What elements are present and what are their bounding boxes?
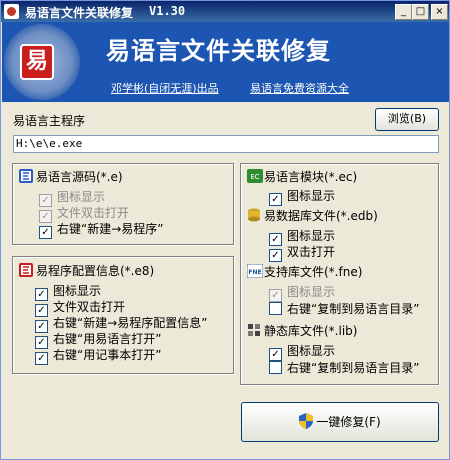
shield-icon [299, 406, 314, 429]
option-label: 右键“用记事本打开” [53, 348, 162, 362]
support-header: FNE 支持库文件(*.fne) [246, 263, 363, 280]
support-copy-checkbox[interactable] [269, 302, 282, 315]
close-button[interactable]: × [431, 4, 448, 20]
library-file-group: EC 易语言模块(*.ec) ✓ 图标显示 易数据库文件(*.edb) ✓ 图标显示… [240, 163, 439, 385]
source-file-group: 易语言源码(*.e) ✓ 图标显示 ✓ 文件双击打开 ✓ 右键“新建→易程序” [12, 163, 234, 245]
support-title: 支持库文件(*.fne) [264, 265, 363, 279]
option-label: 图标显示 [287, 229, 336, 243]
main-program-label: 易语言主程序 [13, 114, 86, 128]
config-option-dblclick[interactable]: ✓ 文件双击打开 [35, 299, 126, 317]
logo-mark: 易 [20, 44, 54, 80]
window-title: 易语言文件关联修复 [25, 6, 134, 20]
e-file-icon [19, 169, 33, 183]
option-label: 右键“新建→易程序配置信息” [53, 316, 208, 330]
option-label: 图标显示 [287, 285, 336, 299]
banner-title: 易语言文件关联修复 [106, 37, 331, 65]
database-icon [247, 208, 261, 222]
static-copy-checkbox[interactable] [269, 361, 282, 374]
config-header: 易程序配置信息(*.e8) [19, 263, 154, 279]
option-label: 右键“复制到易语言目录” [287, 361, 420, 375]
static-header: 静态库文件(*.lib) [247, 323, 357, 339]
database-header: 易数据库文件(*.edb) [247, 208, 378, 224]
static-option-copy[interactable]: 右键“复制到易语言目录” [269, 360, 419, 376]
option-label: 双击打开 [287, 245, 336, 259]
option-label: 图标显示 [287, 344, 336, 358]
option-label: 右键“用易语言打开” [53, 332, 162, 346]
module-option-icon[interactable]: ✓ 图标显示 [269, 188, 336, 206]
ec-module-icon: EC [247, 169, 263, 183]
ec-icon-text: EC [250, 173, 259, 181]
option-label: 右键“复制到易语言目录” [287, 302, 420, 316]
static-option-icon[interactable]: ✓ 图标显示 [269, 343, 336, 361]
database-option-dblclick[interactable]: ✓ 双击打开 [269, 244, 336, 262]
option-label: 图标显示 [57, 190, 106, 204]
module-header: EC 易语言模块(*.ec) [247, 169, 357, 185]
static-title: 静态库文件(*.lib) [264, 324, 358, 338]
config-option-notepad[interactable]: ✓ 右键“用记事本打开” [35, 347, 162, 365]
module-title: 易语言模块(*.ec) [264, 170, 358, 184]
browse-button[interactable]: 浏览(B) [375, 108, 439, 131]
window-version: V1.30 [149, 4, 186, 18]
main-window: 易语言文件关联修复 V1.30 _ □ × 易 易语言文件关联修复 邓学彬(自闭… [0, 0, 450, 460]
fne-icon-text: FNE [248, 269, 261, 276]
config-notepad-checkbox[interactable]: ✓ [35, 352, 48, 365]
option-label: 图标显示 [287, 189, 336, 203]
fne-library-icon: FNE [246, 263, 264, 279]
option-label: 文件双击打开 [53, 300, 126, 314]
module-icon-checkbox[interactable]: ✓ [269, 193, 282, 206]
option-label: 图标显示 [53, 284, 102, 298]
app-icon [4, 4, 19, 19]
source-option-icon[interactable]: ✓ 图标显示 [39, 189, 106, 207]
database-option-icon[interactable]: ✓ 图标显示 [269, 228, 336, 246]
support-option-copy[interactable]: 右键“复制到易语言目录” [269, 301, 419, 317]
database-title: 易数据库文件(*.edb) [264, 209, 378, 223]
option-label: 文件双击打开 [57, 206, 130, 220]
source-option-dblclick[interactable]: ✓ 文件双击打开 [39, 205, 130, 223]
logo-emblem: 易 [4, 24, 80, 100]
source-title: 易语言源码(*.e) [36, 170, 123, 184]
option-label: 右键“新建→易程序” [57, 222, 164, 236]
support-option-icon[interactable]: ✓ 图标显示 [269, 284, 336, 302]
title-bar[interactable]: 易语言文件关联修复 V1.30 _ □ × [1, 1, 449, 22]
resources-link[interactable]: 易语言免费资源大全 [250, 80, 349, 96]
one-click-fix-button[interactable]: 一键修复(F) [241, 402, 439, 442]
banner: 易 易语言文件关联修复 邓学彬(自闭无涯)出品 易语言免费资源大全 [2, 22, 449, 102]
source-option-new[interactable]: ✓ 右键“新建→易程序” [39, 221, 164, 239]
config-option-open-e[interactable]: ✓ 右键“用易语言打开” [35, 331, 162, 349]
fix-button-label: 一键修复(F) [316, 415, 381, 429]
maximize-button[interactable]: □ [412, 4, 429, 20]
config-file-group: 易程序配置信息(*.e8) ✓ 图标显示 ✓ 文件双击打开 ✓ 右键“新建→易程序配置… [12, 256, 234, 374]
minimize-button[interactable]: _ [395, 4, 412, 20]
static-library-icon [247, 323, 261, 337]
source-new-checkbox[interactable]: ✓ [39, 226, 52, 239]
config-option-new[interactable]: ✓ 右键“新建→易程序配置信息” [35, 315, 208, 333]
source-header: 易语言源码(*.e) [19, 169, 123, 185]
e8-file-icon [19, 263, 33, 277]
config-title: 易程序配置信息(*.e8) [36, 264, 155, 278]
program-path-input[interactable]: H:\e\e.exe [13, 135, 439, 153]
database-dblclick-checkbox[interactable]: ✓ [269, 249, 282, 262]
config-option-icon[interactable]: ✓ 图标显示 [35, 283, 102, 301]
author-link[interactable]: 邓学彬(自闭无涯)出品 [111, 80, 219, 96]
